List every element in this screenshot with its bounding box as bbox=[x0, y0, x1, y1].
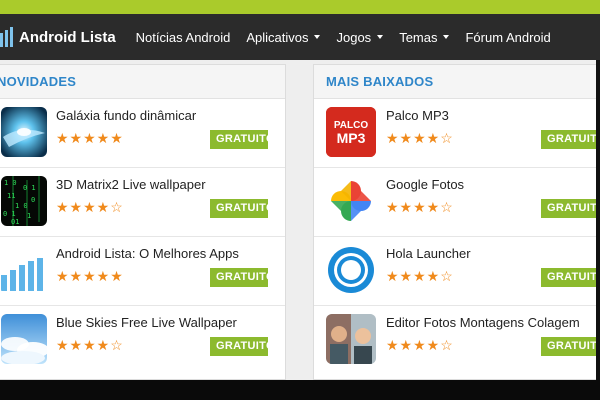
nav-label: Jogos bbox=[336, 29, 372, 45]
free-badge[interactable]: GRATUITO bbox=[210, 199, 275, 218]
novidades-panel: NOVIDADES Galáxia fundo dinâmicar ★★★★★ … bbox=[0, 64, 286, 380]
nav-noticias-android[interactable]: Notícias Android bbox=[136, 30, 231, 45]
app-title[interactable]: Galáxia fundo dinâmicar bbox=[56, 108, 196, 123]
svg-text:0 1: 0 1 bbox=[23, 184, 36, 192]
chevron-down-icon bbox=[314, 35, 321, 39]
app-title[interactable]: 3D Matrix2 Live wallpaper bbox=[56, 177, 206, 192]
svg-text:0 1: 0 1 bbox=[3, 210, 16, 218]
page-edge bbox=[596, 60, 600, 380]
top-accent-strip bbox=[0, 0, 600, 14]
chevron-down-icon bbox=[443, 35, 450, 39]
mais-baixados-header: MAIS BAIXADOS bbox=[314, 65, 600, 99]
nav-label: Notícias Android bbox=[135, 29, 231, 45]
svg-text:01: 01 bbox=[11, 218, 19, 226]
svg-text:11: 11 bbox=[7, 192, 15, 200]
rating-stars: ★★★★☆ bbox=[386, 130, 454, 146]
palco-mp3-icon[interactable]: PALCO MP3 bbox=[326, 107, 376, 157]
rating-stars: ★★★★★ bbox=[56, 268, 124, 284]
svg-text:1 0: 1 0 bbox=[15, 202, 28, 210]
rating-stars: ★★★★☆ bbox=[386, 337, 454, 353]
free-badge[interactable]: GRATUITO bbox=[210, 130, 275, 149]
logo-bars-icon bbox=[0, 27, 13, 47]
google-photos-pinwheel-icon[interactable] bbox=[326, 176, 376, 226]
nav-temas[interactable]: Temas bbox=[399, 29, 450, 45]
app-title[interactable]: Blue Skies Free Live Wallpaper bbox=[56, 315, 237, 330]
galaxy-swirl-icon[interactable] bbox=[1, 107, 47, 157]
section-title: MAIS BAIXADOS bbox=[326, 74, 434, 89]
list-item[interactable]: 1 00 1 11 01 00 1 1 01 3D Matrix2 Live wal… bbox=[0, 168, 285, 237]
free-badge[interactable]: GRATUITO bbox=[210, 268, 275, 287]
nav-jogos[interactable]: Jogos bbox=[336, 29, 384, 45]
bottom-bar bbox=[0, 380, 600, 400]
free-badge[interactable]: GRATUITO bbox=[541, 337, 600, 356]
blue-sky-icon[interactable] bbox=[1, 314, 47, 364]
rating-stars: ★★★★☆ bbox=[56, 337, 124, 353]
hola-launcher-ring-icon[interactable] bbox=[326, 245, 376, 295]
app-title[interactable]: Hola Launcher bbox=[386, 246, 471, 261]
app-title[interactable]: Palco MP3 bbox=[386, 108, 449, 123]
nav-label: Aplicativos bbox=[246, 29, 309, 45]
main-navbar: Android Lista Notícias Android Aplicativ… bbox=[0, 14, 600, 60]
svg-text:1: 1 bbox=[27, 212, 31, 220]
list-item[interactable]: Android Lista: O Melhores Apps ★★★★★ GRA… bbox=[0, 237, 285, 306]
svg-text:0: 0 bbox=[31, 196, 35, 204]
svg-text:1 0: 1 0 bbox=[4, 179, 17, 187]
list-item[interactable]: Galáxia fundo dinâmicar ★★★★★ GRATUITO bbox=[0, 99, 285, 168]
app-title[interactable]: Google Fotos bbox=[386, 177, 464, 192]
rating-stars: ★★★★☆ bbox=[386, 199, 454, 215]
free-badge[interactable]: GRATUITO bbox=[210, 337, 275, 356]
rating-stars: ★★★★★ bbox=[56, 130, 124, 146]
nav-aplicativos[interactable]: Aplicativos bbox=[246, 29, 321, 45]
rating-stars: ★★★★☆ bbox=[56, 199, 124, 215]
list-item[interactable]: Blue Skies Free Live Wallpaper ★★★★☆ GRA… bbox=[0, 306, 285, 375]
app-title[interactable]: Android Lista: O Melhores Apps bbox=[56, 246, 239, 261]
photo-collage-icon[interactable] bbox=[326, 314, 376, 364]
section-title: NOVIDADES bbox=[0, 74, 77, 89]
nav-forum-android[interactable]: Fórum Android bbox=[465, 30, 550, 45]
site-logo[interactable]: Android Lista bbox=[0, 14, 116, 60]
list-item[interactable]: Hola Launcher ★★★★☆ GRATUITO bbox=[314, 237, 600, 306]
app-title[interactable]: Editor Fotos Montagens Colagem bbox=[386, 315, 580, 330]
android-lista-bars-icon[interactable] bbox=[1, 245, 47, 295]
matrix-icon[interactable]: 1 00 1 11 01 00 1 1 01 bbox=[1, 176, 47, 226]
list-item[interactable]: Google Fotos ★★★★☆ GRATUITO bbox=[314, 168, 600, 237]
list-item[interactable]: Editor Fotos Montagens Colagem ★★★★☆ GRA… bbox=[314, 306, 600, 375]
free-badge[interactable]: GRATUITO bbox=[541, 199, 600, 218]
free-badge[interactable]: GRATUITO bbox=[541, 268, 600, 287]
novidades-header: NOVIDADES bbox=[0, 65, 285, 99]
chevron-down-icon bbox=[377, 35, 384, 39]
free-badge[interactable]: GRATUITO bbox=[541, 130, 600, 149]
rating-stars: ★★★★☆ bbox=[386, 268, 454, 284]
nav-label: Fórum Android bbox=[465, 29, 551, 45]
list-item[interactable]: PALCO MP3 Palco MP3 ★★★★☆ GRATUITO bbox=[314, 99, 600, 168]
logo-text: Android Lista bbox=[19, 28, 116, 46]
mais-baixados-panel: MAIS BAIXADOS PALCO MP3 Palco MP3 ★★★★☆ … bbox=[313, 64, 600, 380]
nav-label: Temas bbox=[399, 29, 438, 45]
mp3-icon-text: MP3 bbox=[337, 130, 366, 146]
